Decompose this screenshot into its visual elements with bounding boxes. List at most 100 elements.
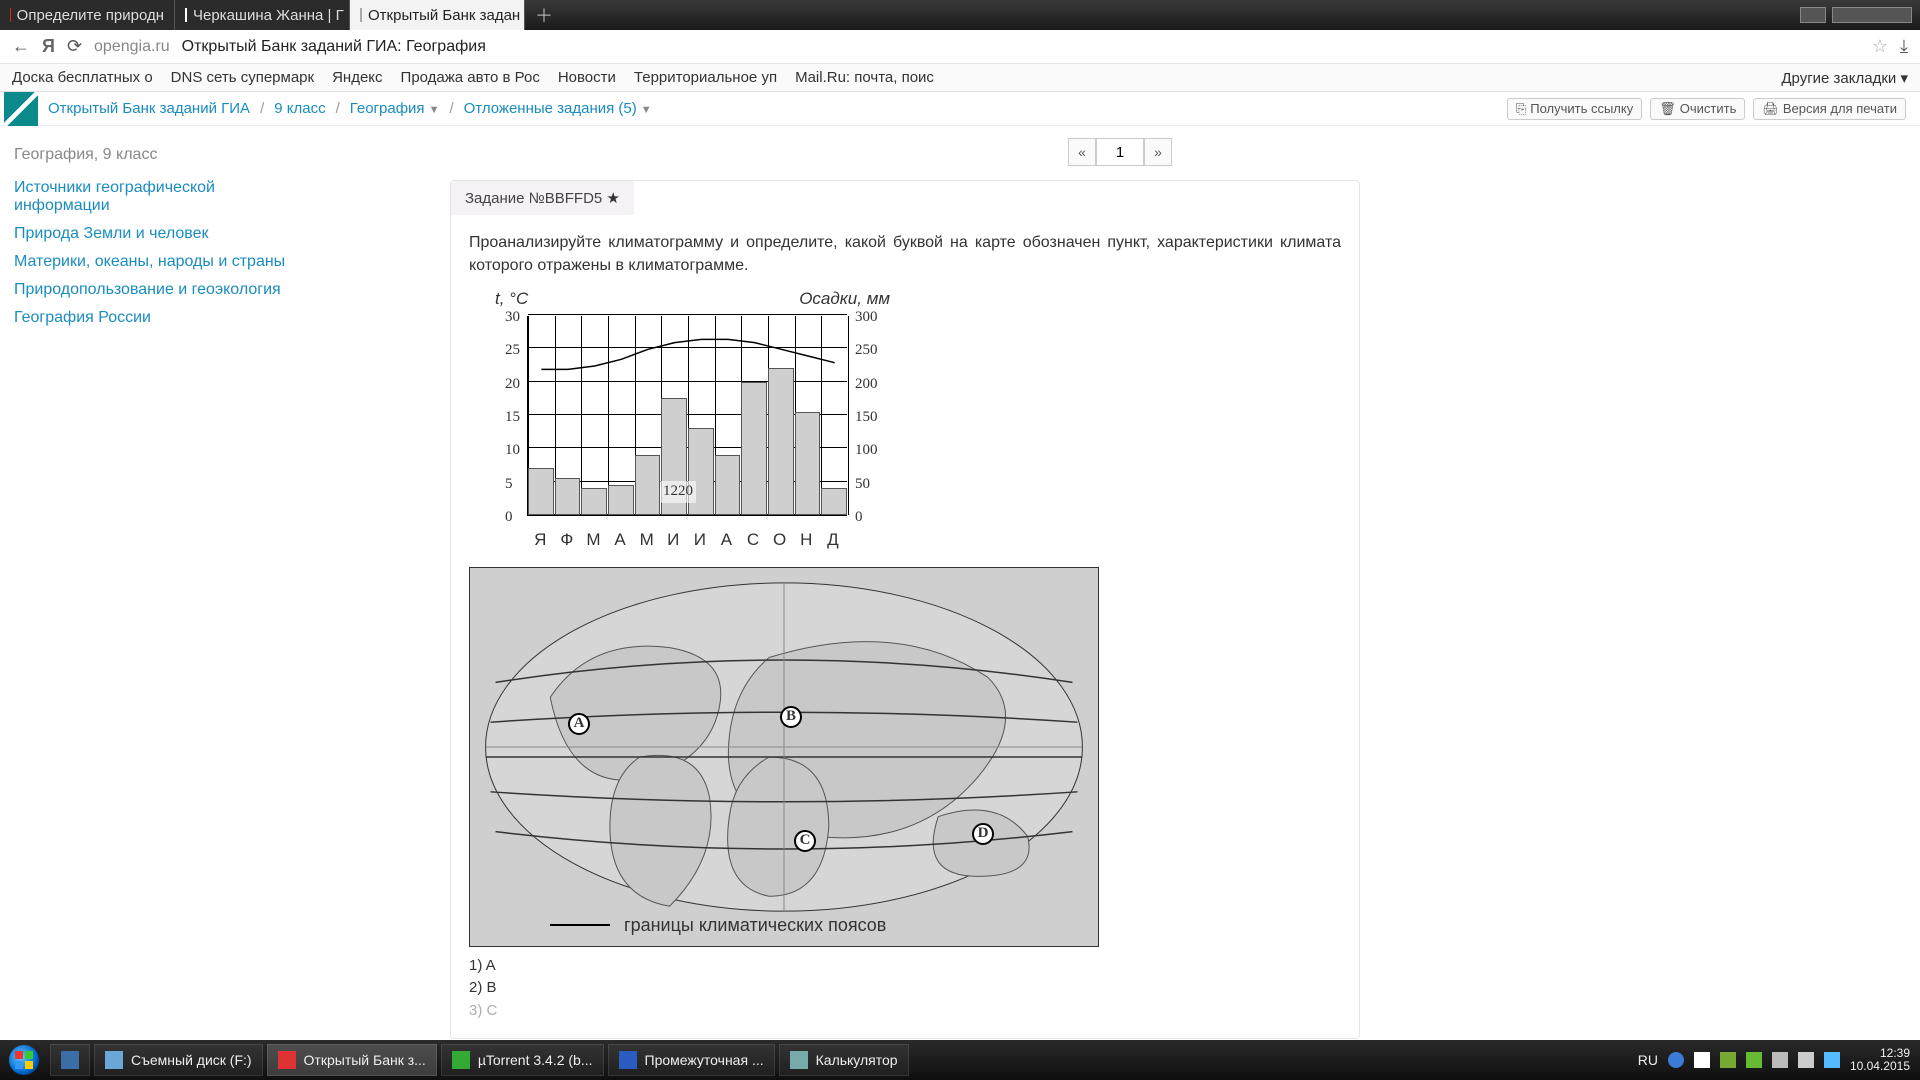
bookmark-item[interactable]: Продажа авто в Рос [401, 69, 540, 86]
language-indicator[interactable]: RU [1638, 1052, 1658, 1068]
bookmark-star-icon[interactable]: ☆ [1872, 36, 1888, 57]
month-label: А [607, 528, 634, 553]
volume-icon[interactable] [1798, 1052, 1814, 1068]
clear-button[interactable]: 🗑Очистить [1650, 98, 1745, 120]
tray-icon[interactable] [1720, 1052, 1736, 1068]
answer-option[interactable]: 1) A [469, 955, 1341, 978]
app-icon [61, 1051, 79, 1069]
app-icon [452, 1051, 470, 1069]
window-menu-button[interactable] [1832, 7, 1912, 23]
bookmark-item[interactable]: Mail.Ru: почта, поис [795, 69, 934, 86]
chevron-down-icon: ▼ [425, 104, 440, 116]
taskbar-clock[interactable]: 12:39 10.04.2015 [1850, 1047, 1910, 1073]
legend-line-icon [550, 924, 610, 926]
y-tick-left: 5 [505, 474, 513, 496]
taskbar-item[interactable]: µTorrent 3.4.2 (b... [441, 1044, 604, 1076]
downloads-icon[interactable]: ⤓ [1900, 36, 1908, 57]
copy-link-button[interactable]: ⎘Получить ссылку [1507, 98, 1642, 120]
x-axis-months: ЯФМАМИИАСОНД [527, 528, 847, 553]
y-tick-left: 30 [505, 307, 520, 329]
task-card: Задание №BBFFD5 ★ Проанализируйте климат… [450, 180, 1360, 1039]
month-label: М [580, 528, 607, 553]
month-label: И [687, 528, 714, 553]
print-icon: 🖨 [1762, 101, 1779, 117]
browser-tab-1[interactable]: Черкашина Жанна | Г [175, 0, 350, 30]
taskbar-item[interactable]: Съемный диск (F:) [94, 1044, 263, 1076]
os-taskbar: Съемный диск (F:) Открытый Банк з...µTorr… [0, 1040, 1920, 1080]
y-tick-right: 150 [855, 407, 878, 429]
tray-icon[interactable] [1668, 1052, 1684, 1068]
sidebar: География, 9 класс Источники географичес… [0, 126, 320, 1040]
sidebar-item[interactable]: Источники географической информации [14, 174, 306, 220]
taskbar-item[interactable]: Открытый Банк з... [267, 1044, 437, 1076]
bookmark-item[interactable]: Яндекс [332, 69, 382, 86]
answer-option[interactable]: 3) C [469, 1000, 1341, 1023]
sidebar-item[interactable]: Природопользование и геоэкология [14, 276, 306, 304]
back-button[interactable]: ← [12, 36, 30, 57]
site-logo-icon[interactable] [4, 92, 38, 126]
climatogram-chart: t, °C Осадки, мм 05101520253005010015020… [469, 287, 1341, 552]
breadcrumb-subject[interactable]: География▼ [346, 100, 444, 117]
window-min-button[interactable] [1800, 7, 1826, 23]
browser-tab-0[interactable]: Определите природн [0, 0, 175, 30]
page-sub-toolbar: Открытый Банк заданий ГИА / 9 класс / Ге… [0, 92, 1920, 126]
month-label: Ф [554, 528, 581, 553]
favicon-icon [185, 8, 187, 22]
browser-tab-2[interactable]: Открытый Банк задан × [350, 0, 525, 30]
month-label: М [633, 528, 660, 553]
network-icon[interactable] [1772, 1052, 1788, 1068]
taskbar-item[interactable]: Калькулятор [779, 1044, 909, 1076]
month-label: О [766, 528, 793, 553]
breadcrumb-root[interactable]: Открытый Банк заданий ГИА [44, 100, 254, 117]
taskbar-item-label: Съемный диск (F:) [131, 1052, 252, 1068]
breadcrumb-sep: / [254, 100, 270, 117]
sidebar-item[interactable]: География России [14, 304, 306, 332]
y-tick-left: 20 [505, 374, 520, 396]
address-bar: ← Я ⟳ opengia.ru Открытый Банк заданий Г… [0, 30, 1920, 64]
reload-button[interactable]: ⟳ [67, 36, 82, 57]
nvidia-icon[interactable] [1746, 1052, 1762, 1068]
bookmark-item[interactable]: Территориальное уп [634, 69, 777, 86]
bookmark-item[interactable]: Доска бесплатных о [12, 69, 153, 86]
task-id: Задание №BBFFD5 [465, 190, 602, 207]
world-map: A B C D границы климатических поясов [469, 567, 1099, 947]
app-icon [278, 1051, 296, 1069]
breadcrumb-sep: / [330, 100, 346, 117]
action-center-icon[interactable] [1694, 1052, 1710, 1068]
map-legend: границы климатических поясов [550, 912, 886, 938]
main-content: « » Задание №BBFFD5 ★ Проанализируйте кл… [320, 126, 1920, 1040]
print-button[interactable]: 🖨Версия для печати [1753, 98, 1906, 120]
y-tick-left: 0 [505, 507, 513, 529]
start-button[interactable] [0, 1040, 48, 1080]
answer-options: 1) A 2) B 3) C [469, 955, 1341, 1023]
taskbar-item[interactable]: Промежуточная ... [608, 1044, 775, 1076]
bookmark-item[interactable]: Новости [558, 69, 616, 86]
trash-icon: 🗑 [1659, 101, 1676, 117]
sidebar-item[interactable]: Материки, океаны, народы и страны [14, 248, 306, 276]
answer-option[interactable]: 2) B [469, 977, 1341, 1000]
taskbar-item[interactable] [50, 1044, 90, 1076]
breadcrumb-deferred[interactable]: Отложенные задания (5)▼ [460, 100, 656, 117]
y-tick-right: 100 [855, 440, 878, 462]
other-bookmarks[interactable]: Другие закладки ▾ [1781, 69, 1908, 87]
map-marker-c: C [794, 830, 816, 852]
sidebar-item[interactable]: Природа Земли и человек [14, 220, 306, 248]
link-icon: ⎘ [1516, 101, 1526, 117]
breadcrumb-class[interactable]: 9 класс [270, 100, 329, 117]
pager-prev-button[interactable]: « [1068, 138, 1096, 166]
month-label: Н [793, 528, 820, 553]
tray-icon[interactable] [1824, 1052, 1840, 1068]
y-tick-right: 250 [855, 340, 878, 362]
pager-input[interactable] [1096, 138, 1144, 166]
new-tab-button[interactable]: ＋ [525, 0, 563, 30]
annual-precip-label: 1220 [660, 481, 696, 503]
windows-logo-icon [9, 1045, 39, 1075]
url-title[interactable]: Открытый Банк заданий ГИА: География [182, 38, 486, 56]
bookmark-item[interactable]: DNS сеть супермарк [171, 69, 314, 86]
tab-label: Определите природн [17, 7, 164, 24]
star-icon[interactable]: ★ [606, 190, 619, 207]
yandex-button[interactable]: Я [42, 36, 55, 57]
map-marker-d: D [972, 823, 994, 845]
url-host[interactable]: opengia.ru [94, 38, 170, 56]
pager-next-button[interactable]: » [1144, 138, 1172, 166]
